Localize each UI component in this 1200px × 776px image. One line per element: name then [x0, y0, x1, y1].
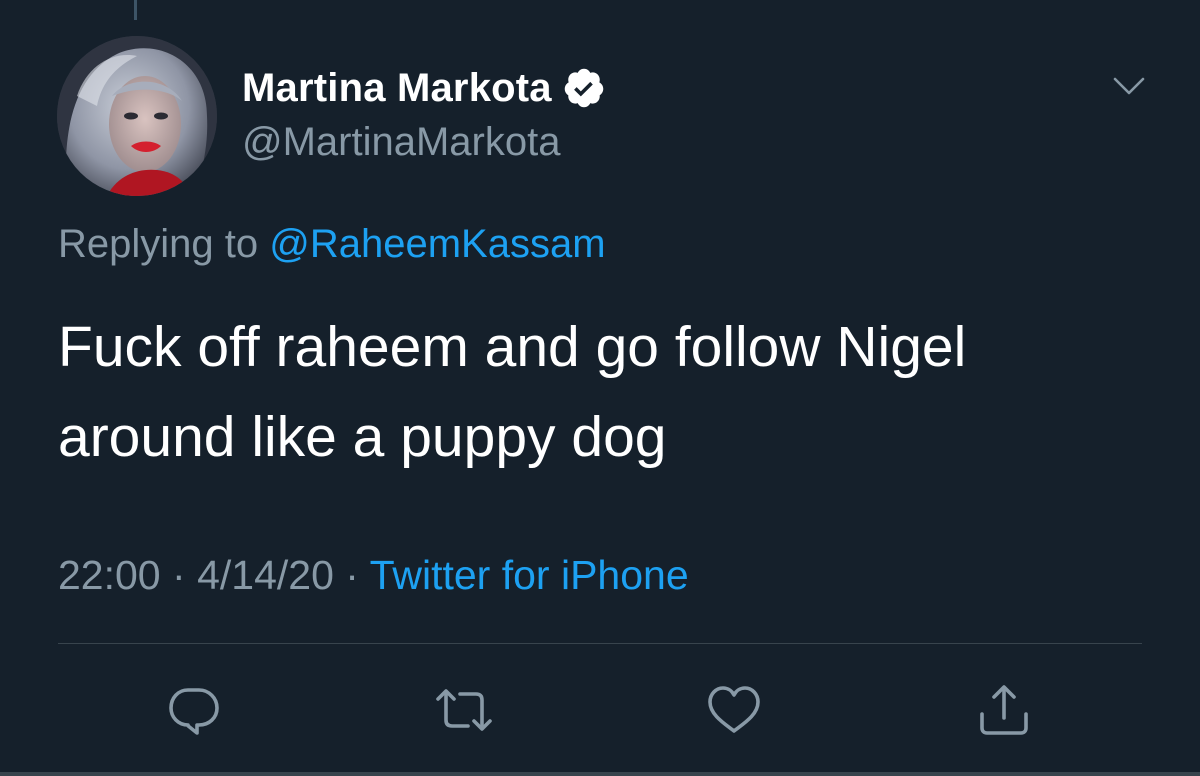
- tweet-text: Fuck off raheem and go follow Nigel arou…: [58, 302, 1138, 482]
- tweet-source-link[interactable]: Twitter for iPhone: [370, 552, 689, 598]
- thread-connector-line: [134, 0, 137, 20]
- tweet-date[interactable]: 4/14/20: [197, 552, 334, 598]
- retweet-icon: [436, 689, 492, 731]
- replying-to-line: Replying to @RaheemKassam: [58, 222, 606, 267]
- bottom-border: [0, 772, 1200, 776]
- tweet-text-line: Fuck off raheem and go follow Nigel: [58, 315, 967, 379]
- chevron-down-icon[interactable]: [1112, 70, 1146, 100]
- tweet-metadata: 22:00 · 4/14/20 · Twitter for iPhone: [58, 552, 689, 599]
- author-handle[interactable]: @MartinaMarkota: [242, 120, 560, 165]
- display-name[interactable]: Martina Markota: [242, 66, 552, 111]
- divider: [58, 643, 1142, 644]
- tweet-text-line: around like a puppy dog: [58, 405, 667, 469]
- profile-photo: [57, 36, 217, 196]
- reply-mention-link[interactable]: @RaheemKassam: [269, 222, 605, 266]
- share-icon: [980, 685, 1028, 735]
- share-button[interactable]: [974, 682, 1034, 738]
- heart-icon: [708, 686, 760, 733]
- comment-icon: [169, 688, 219, 735]
- reply-button[interactable]: [164, 682, 224, 738]
- retweet-button[interactable]: [434, 682, 494, 738]
- verified-badge-icon: [562, 66, 606, 110]
- replying-to-label: Replying to: [58, 222, 259, 266]
- tweet-time[interactable]: 22:00: [58, 552, 161, 598]
- like-button[interactable]: [704, 682, 764, 738]
- author-name-row[interactable]: Martina Markota: [242, 62, 606, 114]
- meta-separator: ·: [345, 552, 359, 598]
- avatar[interactable]: [57, 36, 217, 196]
- meta-separator: ·: [172, 552, 186, 598]
